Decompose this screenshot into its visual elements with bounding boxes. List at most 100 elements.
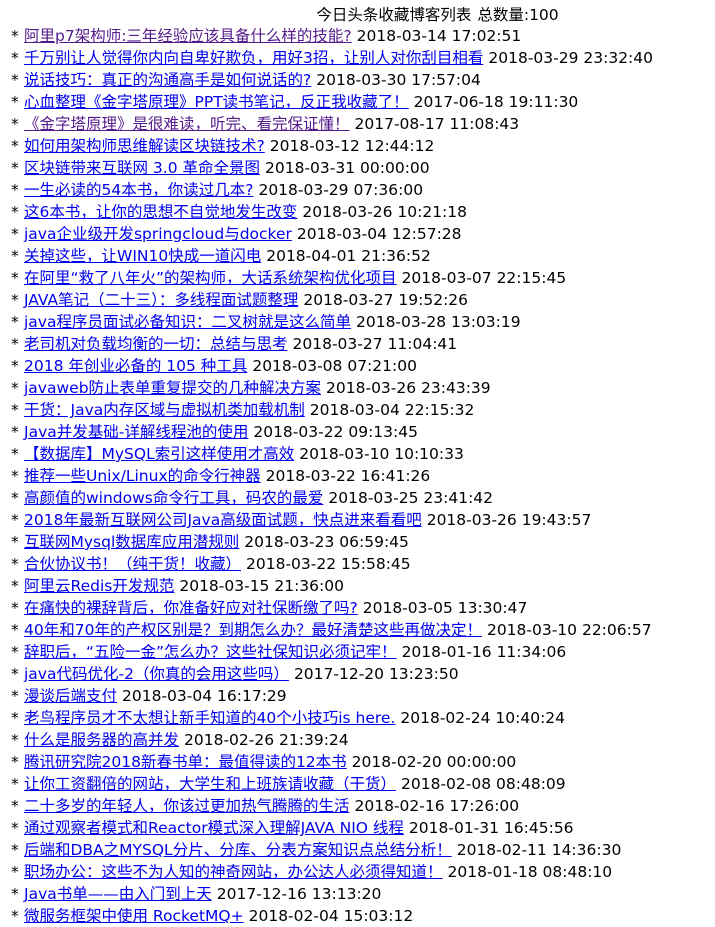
bullet-marker: * (11, 291, 19, 309)
article-link[interactable]: java企业级开发springcloud与docker (24, 225, 292, 243)
article-date: 2018-03-26 23:43:39 (326, 379, 491, 397)
list-item: * 一生必读的54本书，你读过几本? 2018-03-29 07:36:00 (11, 179, 715, 201)
article-date: 2018-03-29 07:36:00 (258, 181, 424, 199)
article-link[interactable]: 【数据库】MySQL索引这样使用才高效 (24, 445, 294, 463)
article-link[interactable]: 说话技巧：真正的沟通高手是如何说话的? (24, 71, 311, 89)
bullet-marker: * (11, 269, 19, 287)
article-link[interactable]: 通过观察者模式和Reactor模式深入理解JAVA NIO 线程 (24, 819, 404, 837)
article-link[interactable]: 阿里云Redis开发规范 (24, 577, 174, 595)
list-item: * Java并发基础-详解线程池的使用 2018-03-22 09:13:45 (11, 421, 715, 443)
article-date: 2017-12-16 13:13:20 (216, 885, 382, 903)
article-link[interactable]: 区块链带来互联网 3.0 革命全景图 (24, 159, 260, 177)
article-date: 2018-02-08 08:48:09 (401, 775, 566, 793)
page-header: 今日头条收藏博客列表 总数量:100 (0, 5, 715, 25)
article-link[interactable]: 2018年最新互联网公司Java高级面试题，快点进来看看吧 (24, 511, 422, 529)
bullet-marker: * (11, 643, 19, 661)
article-link[interactable]: 40年和70年的产权区别是？到期怎么办？最好清楚这些再做决定！ (24, 621, 482, 639)
bullet-marker: * (11, 577, 19, 595)
article-link[interactable]: 微服务框架中使用 RocketMQ+ (24, 907, 244, 925)
article-link[interactable]: 阿里p7架构师:三年经验应该具备什么样的技能? (24, 27, 352, 45)
article-date: 2018-03-05 13:30:47 (362, 599, 528, 617)
article-link[interactable]: 推荐一些Unix/Linux的命令行神器 (24, 467, 261, 485)
article-link[interactable]: 漫谈后端支付 (24, 687, 117, 705)
bullet-marker: * (11, 665, 19, 683)
article-date: 2017-12-20 13:23:50 (293, 665, 459, 683)
bullet-marker: * (11, 335, 19, 353)
article-link[interactable]: 腾讯研究院2018新春书单：最值得读的12本书 (24, 753, 347, 771)
bullet-marker: * (11, 885, 19, 903)
list-item: * 二十多岁的年轻人，你该过更加热气腾腾的生活 2018-02-16 17:26:0… (11, 795, 715, 817)
article-link[interactable]: 在阿里“救了八年火”的架构师，大话系统架构优化项目 (24, 269, 397, 287)
article-date: 2018-03-04 12:57:28 (296, 225, 462, 243)
article-link[interactable]: 后端和DBA之MYSQL分片、分库、分表方案知识点总结分析！ (24, 841, 452, 859)
bullet-marker: * (11, 489, 19, 507)
article-date: 2018-02-16 17:26:00 (354, 797, 520, 815)
bullet-marker: * (11, 137, 19, 155)
article-date: 2018-01-18 08:48:10 (447, 863, 613, 881)
article-link[interactable]: 《金字塔原理》是很难读，听完、看完保证懂！ (24, 115, 350, 133)
article-date: 2018-03-25 23:41:42 (328, 489, 494, 507)
article-link[interactable]: JAVA笔记（二十三）：多线程面试题整理 (24, 291, 298, 309)
article-link[interactable]: 2018 年创业必备的 105 种工具 (24, 357, 247, 375)
article-link[interactable]: 这6本书，让你的思想不自觉地发生改变 (24, 203, 297, 221)
article-link[interactable]: 合伙协议书！（纯干货！收藏） (24, 555, 241, 573)
bullet-marker: * (11, 775, 19, 793)
article-link[interactable]: 老鸟程序员才不太想让新手知道的40个小技巧is here. (24, 709, 395, 727)
article-date: 2018-03-15 21:36:00 (179, 577, 344, 595)
article-date: 2018-02-04 15:03:12 (248, 907, 414, 925)
list-item: * 职场办公：这些不为人知的神奇网站，办公达人必须得知道！ 2018-01-18 0… (11, 861, 715, 883)
list-item: * 阿里p7架构师:三年经验应该具备什么样的技能? 2018-03-14 17:02… (11, 25, 715, 47)
article-date: 2018-02-11 14:36:30 (456, 841, 622, 859)
list-item: * 什么是服务器的高并发 2018-02-26 21:39:24 (11, 729, 715, 751)
article-date: 2018-03-22 15:58:45 (246, 555, 411, 573)
article-link[interactable]: 心血整理《金字塔原理》PPT读书笔记，反正我收藏了！ (24, 93, 409, 111)
list-item: * 如何用架构师思维解读区块链技术? 2018-03-12 12:44:12 (11, 135, 715, 157)
list-item: * Java书单——由入门到上天 2017-12-16 13:13:20 (11, 883, 715, 905)
bullet-marker: * (11, 907, 19, 925)
article-date: 2018-02-20 00:00:00 (351, 753, 517, 771)
article-date: 2018-03-27 11:04:41 (292, 335, 458, 353)
list-item: * 通过观察者模式和Reactor模式深入理解JAVA NIO 线程 2018-01… (11, 817, 715, 839)
bullet-marker: * (11, 401, 19, 419)
article-date: 2018-03-10 22:06:57 (486, 621, 652, 639)
list-item: * 阿里云Redis开发规范 2018-03-15 21:36:00 (11, 575, 715, 597)
article-date: 2018-03-28 13:03:19 (355, 313, 521, 331)
article-link[interactable]: 二十多岁的年轻人，你该过更加热气腾腾的生活 (24, 797, 350, 815)
article-link[interactable]: 千万别让人觉得你内向自卑好欺负，用好3招，让别人对你刮目相看 (24, 49, 483, 67)
article-date: 2018-03-08 07:21:00 (252, 357, 417, 375)
article-link[interactable]: 让你工资翻倍的网站，大学生和上班族请收藏（干货） (24, 775, 396, 793)
list-item: * 在阿里“救了八年火”的架构师，大话系统架构优化项目 2018-03-07 22:… (11, 267, 715, 289)
article-link[interactable]: 关掉这些，让WIN10快成一道闪电 (24, 247, 261, 265)
article-link[interactable]: 高颜值的windows命令行工具，码农的最爱 (24, 489, 323, 507)
article-date: 2018-03-12 12:44:12 (269, 137, 435, 155)
article-date: 2018-03-07 22:15:45 (401, 269, 567, 287)
article-link[interactable]: 职场办公：这些不为人知的神奇网站，办公达人必须得知道！ (24, 863, 443, 881)
article-link[interactable]: java代码优化-2（你真的会用这些吗） (24, 665, 289, 683)
article-link[interactable]: 干货：Java内存区域与虚拟机类加载机制 (24, 401, 305, 419)
bullet-marker: * (11, 423, 19, 441)
list-item: * 40年和70年的产权区别是？到期怎么办？最好清楚这些再做决定！ 2018-03-… (11, 619, 715, 641)
list-item: * 漫谈后端支付 2018-03-04 16:17:29 (11, 685, 715, 707)
article-link[interactable]: Java书单——由入门到上天 (24, 885, 212, 903)
article-link[interactable]: java程序员面试必备知识：二叉树就是这么简单 (24, 313, 351, 331)
article-link[interactable]: 互联网Mysql数据库应用潜规则 (24, 533, 239, 551)
article-link[interactable]: 辞职后，“五险一金”怎么办？这些社保知识必须记牢！ (24, 643, 397, 661)
article-link[interactable]: 如何用架构师思维解读区块链技术? (24, 137, 265, 155)
article-link[interactable]: 在痛快的裸辞背后，你准备好应对社保断缴了吗? (24, 599, 358, 617)
article-link[interactable]: 老司机对负载均衡的一切：总结与思考 (24, 335, 288, 353)
article-link[interactable]: javaweb防止表单重复提交的几种解决方案 (24, 379, 321, 397)
bullet-marker: * (11, 621, 19, 639)
bullet-marker: * (11, 71, 19, 89)
bullet-marker: * (11, 467, 19, 485)
bullet-marker: * (11, 841, 19, 859)
list-item: * 说话技巧：真正的沟通高手是如何说话的? 2018-03-30 17:57:04 (11, 69, 715, 91)
list-item: * 干货：Java内存区域与虚拟机类加载机制 2018-03-04 22:15:32 (11, 399, 715, 421)
article-link[interactable]: 一生必读的54本书，你读过几本? (24, 181, 253, 199)
article-date: 2018-03-30 17:57:04 (316, 71, 481, 89)
article-link[interactable]: Java并发基础-详解线程池的使用 (24, 423, 248, 441)
total-count: 总数量:100 (477, 6, 559, 24)
list-item: * 老鸟程序员才不太想让新手知道的40个小技巧is here. 2018-02-24… (11, 707, 715, 729)
list-item: * 推荐一些Unix/Linux的命令行神器 2018-03-22 16:41:26 (11, 465, 715, 487)
article-link[interactable]: 什么是服务器的高并发 (24, 731, 179, 749)
bullet-marker: * (11, 49, 19, 67)
